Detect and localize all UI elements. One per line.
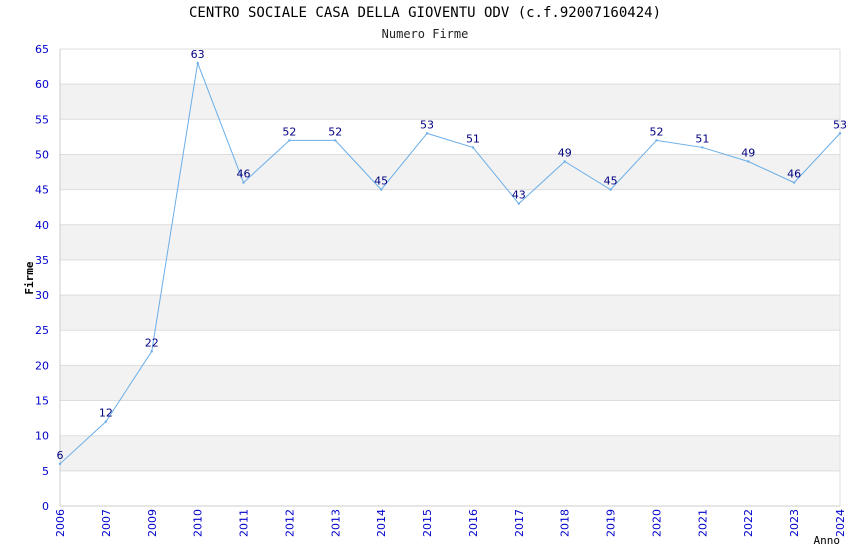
y-tick-label: 10 [35, 430, 49, 443]
grid-band [60, 435, 840, 471]
data-point [196, 61, 199, 65]
data-point [471, 146, 475, 149]
data-point [58, 462, 62, 466]
y-tick-label: 65 [35, 43, 49, 56]
grid-band [60, 84, 840, 120]
data-point [379, 188, 383, 191]
x-tick-label: 2009 [146, 509, 159, 537]
data-label: 12 [99, 407, 113, 420]
data-label: 49 [741, 146, 755, 159]
x-tick-label: 2022 [742, 509, 755, 537]
data-label: 52 [328, 125, 342, 138]
grid-band [60, 295, 840, 331]
y-tick-label: 30 [35, 289, 49, 302]
grid-band [60, 224, 840, 260]
data-label: 45 [374, 175, 388, 188]
data-point [792, 181, 796, 184]
x-tick-label: 2018 [559, 509, 572, 537]
x-tick-label: 2013 [329, 509, 342, 537]
x-tick-label: 2017 [513, 509, 526, 537]
x-tick-label: 2021 [696, 509, 709, 537]
y-tick-label: 5 [42, 465, 49, 478]
grid-band [60, 154, 840, 190]
x-tick-label: 2015 [421, 509, 434, 537]
x-tick-label: 2023 [788, 509, 801, 537]
plot-area: 0 5 10 15 20 25 30 35 40 45 50 55 60 65 2006 2007 2009 2… [23, 43, 847, 547]
data-point [242, 181, 245, 184]
data-label: 43 [512, 189, 526, 202]
data-label: 53 [833, 118, 847, 131]
data-label: 46 [237, 168, 251, 181]
y-tick-label: 20 [35, 359, 49, 372]
y-tick-label: 25 [35, 324, 49, 337]
x-tick-label: 2019 [605, 509, 618, 537]
data-label: 51 [695, 132, 709, 145]
data-point [517, 202, 521, 205]
x-tick-label: 2011 [238, 509, 251, 537]
y-tick-label: 40 [35, 219, 49, 232]
y-tick-label: 50 [35, 148, 49, 161]
data-label: 51 [466, 132, 480, 145]
x-tick-label: 2007 [100, 509, 113, 537]
data-point [425, 132, 429, 135]
data-label: 63 [191, 48, 205, 61]
data-point [655, 139, 658, 142]
data-label: 22 [145, 336, 159, 349]
data-point [563, 160, 566, 163]
x-tick-label: 2016 [467, 509, 480, 537]
y-tick-label: 15 [35, 395, 49, 408]
grid-band [60, 365, 840, 401]
series-line [59, 61, 841, 465]
y-tick-label: 60 [35, 78, 49, 91]
data-label: 52 [282, 125, 296, 138]
chart: CENTRO SOCIALE CASA DELLA GIOVENTU ODV (… [0, 0, 850, 550]
data-point [150, 350, 153, 353]
y-tick-label: 45 [35, 184, 49, 197]
x-tick-label: 2020 [650, 509, 663, 537]
data-point [747, 160, 750, 163]
data-point [838, 132, 842, 135]
data-label: 52 [649, 125, 663, 138]
y-tick-label: 55 [35, 113, 49, 126]
y-axis-label: Firme [23, 261, 36, 294]
data-point [104, 420, 108, 423]
x-tick-label: 2014 [375, 509, 388, 537]
x-axis-label: Anno [814, 534, 841, 547]
data-point [701, 146, 704, 149]
x-tick-label: 2010 [192, 509, 205, 537]
data-point [334, 139, 337, 142]
x-tick-label: 2024 [834, 509, 847, 537]
data-label: 6 [57, 449, 64, 462]
x-tick-label: 2006 [54, 509, 67, 537]
y-tick-label: 35 [35, 254, 49, 267]
data-label: 49 [558, 146, 572, 159]
data-point [609, 188, 612, 191]
x-tick-label: 2012 [283, 509, 296, 537]
data-label: 53 [420, 118, 434, 131]
data-point [288, 139, 291, 142]
data-label: 45 [604, 175, 618, 188]
data-label: 46 [787, 168, 801, 181]
y-tick-label: 0 [42, 500, 49, 513]
